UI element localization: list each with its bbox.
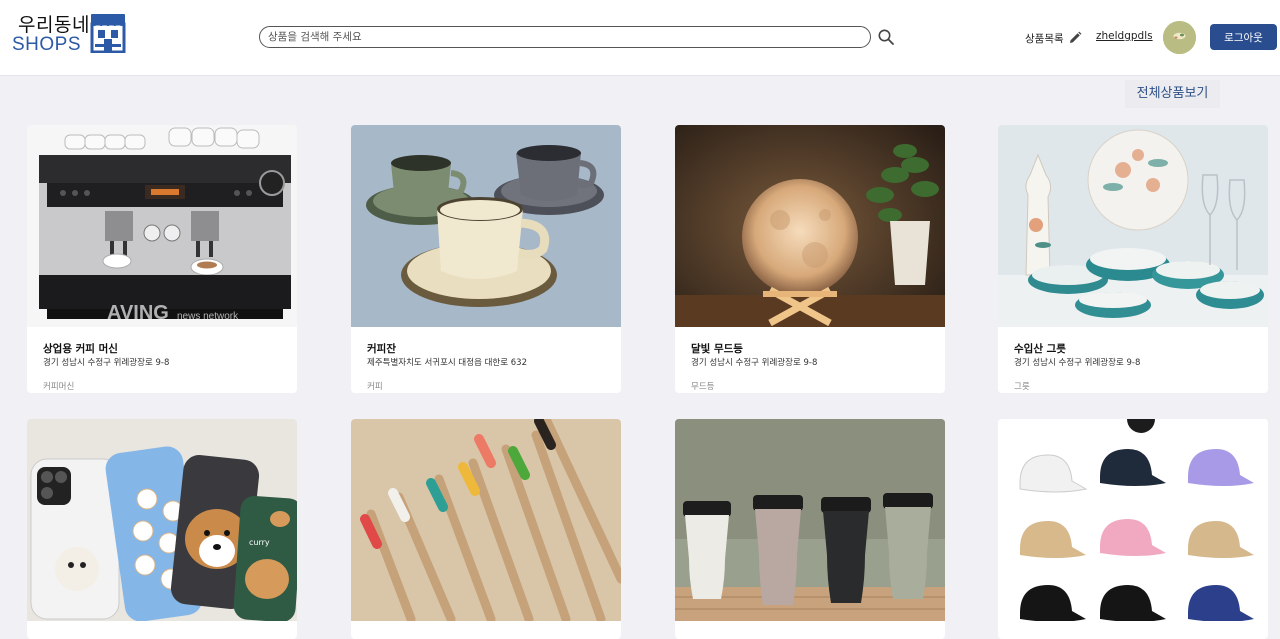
case-text: curry bbox=[249, 538, 270, 547]
product-title: 수입산 그릇 bbox=[1014, 343, 1066, 355]
product-list-label: 상품목록 bbox=[1025, 32, 1064, 45]
product-title: 커피잔 bbox=[367, 343, 396, 355]
product-info bbox=[675, 621, 945, 636]
logo-text-top: 우리동네 bbox=[18, 14, 90, 36]
product-card[interactable]: 달빛 무드등 경기 성남시 수정구 위례광장로 9-8 무드등 bbox=[675, 125, 945, 393]
product-category: 커피 bbox=[367, 382, 383, 392]
product-address: 경기 성남시 수정구 위례광장로 9-8 bbox=[43, 358, 170, 368]
logout-button[interactable]: 로그아웃 bbox=[1210, 24, 1277, 50]
product-card[interactable]: curry bbox=[27, 419, 297, 639]
search-icon[interactable] bbox=[877, 28, 895, 46]
product-list-link[interactable]: 상품목록 bbox=[1025, 30, 1082, 46]
product-title: 달빛 무드등 bbox=[691, 343, 743, 355]
product-card[interactable] bbox=[675, 419, 945, 639]
product-image-coffee-cups bbox=[351, 125, 621, 327]
product-card[interactable]: 커피잔 제주특별자치도 서귀포시 대정읍 대한로 632 커피 bbox=[351, 125, 621, 393]
product-card[interactable]: 수입산 그릇 경기 성남시 수정구 위례광장로 9-8 그릇 bbox=[998, 125, 1268, 393]
avatar[interactable] bbox=[1163, 21, 1196, 54]
product-info: 상업용 커피 머신 경기 성남시 수정구 위례광장로 9-8 커피머신 bbox=[27, 327, 297, 393]
product-category: 무드등 bbox=[691, 382, 715, 392]
top-header: 우리동네 SHOPS 상품목록 zheldgpdls 로그아웃 bbox=[0, 0, 1280, 76]
store-icon bbox=[90, 14, 126, 53]
product-info bbox=[27, 621, 297, 636]
product-image-caps bbox=[998, 419, 1268, 621]
product-category: 커피머신 bbox=[43, 382, 75, 392]
product-card[interactable] bbox=[998, 419, 1268, 639]
pencil-icon bbox=[1069, 31, 1082, 43]
logo[interactable]: 우리동네 SHOPS bbox=[12, 10, 132, 58]
product-info bbox=[998, 621, 1268, 636]
product-image-dishes bbox=[998, 125, 1268, 327]
product-address: 경기 성남시 수정구 위례광장로 9-8 bbox=[691, 358, 818, 368]
product-info: 수입산 그릇 경기 성남시 수정구 위례광장로 9-8 그릇 bbox=[998, 327, 1268, 393]
view-all-products-link[interactable]: 전체상품보기 bbox=[1125, 80, 1220, 108]
watermark-subtext: news network bbox=[177, 311, 239, 322]
product-category: 그릇 bbox=[1014, 382, 1030, 392]
product-image-coffee-machine: AVING news network bbox=[27, 125, 297, 327]
product-info: 커피잔 제주특별자치도 서귀포시 대정읍 대한로 632 커피 bbox=[351, 327, 621, 393]
product-card[interactable]: AVING news network 상업용 커피 머신 경기 성남시 수정구 … bbox=[27, 125, 297, 393]
product-info: 달빛 무드등 경기 성남시 수정구 위례광장로 9-8 무드등 bbox=[675, 327, 945, 393]
product-image-tumblers bbox=[675, 419, 945, 621]
product-card[interactable] bbox=[351, 419, 621, 639]
product-title: 상업용 커피 머신 bbox=[43, 343, 118, 355]
product-image-moon-lamp bbox=[675, 125, 945, 327]
logo-text-bottom: SHOPS bbox=[12, 34, 82, 55]
watermark-text: AVING bbox=[107, 302, 169, 324]
product-address: 제주특별자치도 서귀포시 대정읍 대한로 632 bbox=[367, 358, 527, 368]
product-image-toothbrushes bbox=[351, 419, 621, 621]
product-address: 경기 성남시 수정구 위례광장로 9-8 bbox=[1014, 358, 1141, 368]
product-image-phone-cases: curry bbox=[27, 419, 297, 621]
product-info bbox=[351, 621, 621, 636]
username-link[interactable]: zheldgpdls bbox=[1096, 30, 1153, 42]
search-input[interactable] bbox=[259, 26, 871, 48]
